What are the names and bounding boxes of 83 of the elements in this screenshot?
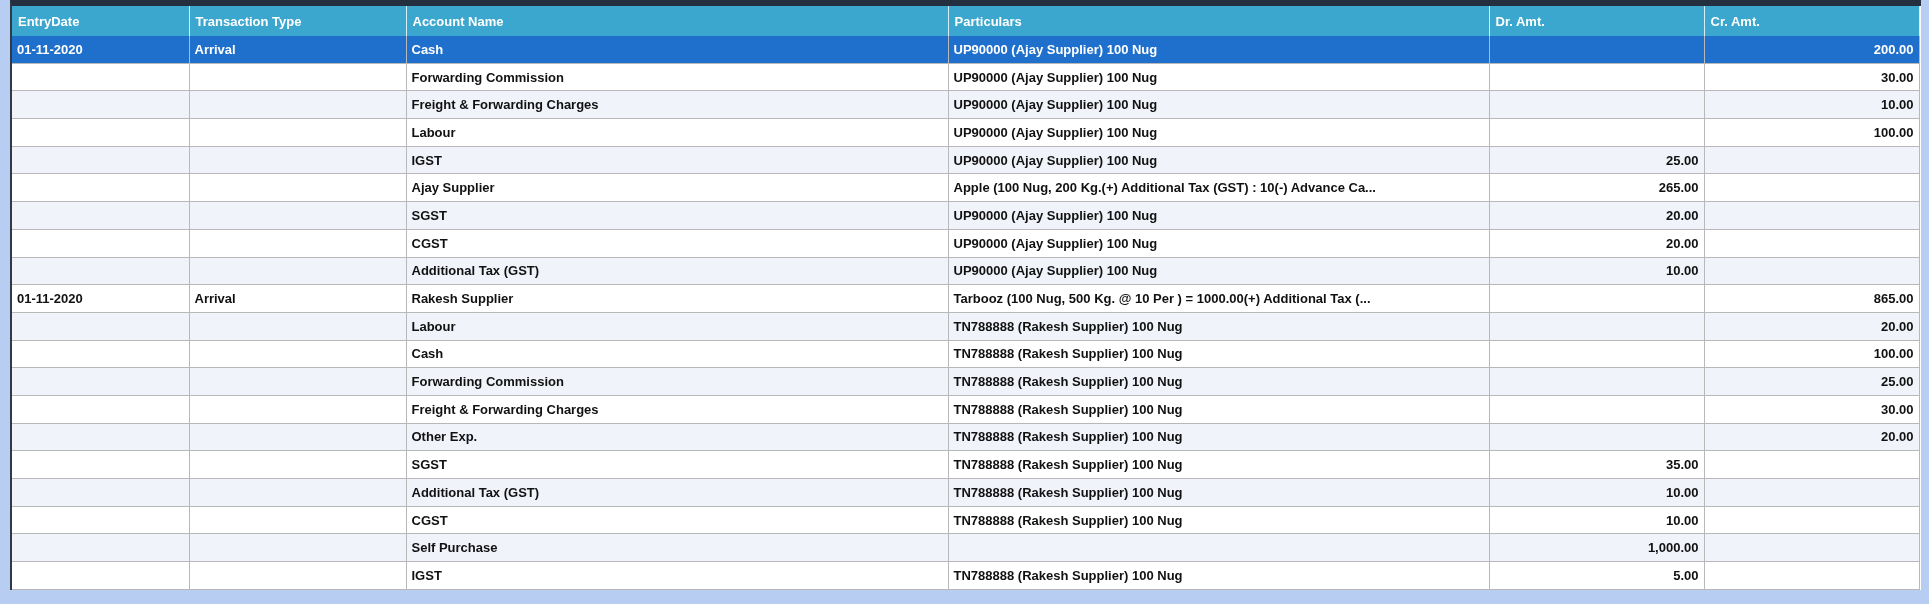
account-name-cell: SGST	[406, 201, 948, 230]
debit-amount-cell: 10.00	[1489, 257, 1704, 285]
ledger-row[interactable]: Additional Tax (GST) TN788888 (Rakesh Supplier) 100 Nug 10.00	[12, 478, 1919, 507]
ledger-row[interactable]: Ajay Supplier Apple (100 Nug, 200 Kg.(+) Additional Tax (GST) : 10(-) Advance Ca... 265.00	[12, 173, 1919, 202]
debit-amount-cell: 265.00	[1489, 173, 1704, 202]
ledger-row[interactable]: IGST TN788888 (Rakesh Supplier) 100 Nug 5.00	[12, 561, 1919, 590]
ledger-row[interactable]: Freight & Forwarding Charges UP90000 (Ajay Supplier) 100 Nug 10.00	[12, 90, 1919, 119]
particulars-cell: Apple (100 Nug, 200 Kg.(+) Additional Tax (GST) : 10(-) Advance Ca...	[948, 173, 1489, 202]
debit-amount-cell: 25.00	[1489, 146, 1704, 174]
account-name-cell: Labour	[406, 118, 948, 147]
particulars-cell: TN788888 (Rakesh Supplier) 100 Nug	[948, 506, 1489, 534]
ledger-row[interactable]: SGST TN788888 (Rakesh Supplier) 100 Nug 35.00	[12, 450, 1919, 479]
ledger-row[interactable]: SGST UP90000 (Ajay Supplier) 100 Nug 20.00	[12, 201, 1919, 230]
credit-amount-cell: 25.00	[1704, 367, 1919, 396]
ledger-row[interactable]: Other Exp. TN788888 (Rakesh Supplier) 100 Nug 20.00	[12, 423, 1919, 451]
particulars-cell: UP90000 (Ajay Supplier) 100 Nug	[948, 146, 1489, 174]
particulars-cell: UP90000 (Ajay Supplier) 100 Nug	[948, 118, 1489, 147]
ledger-row[interactable]: Self Purchase 1,000.00	[12, 533, 1919, 562]
ledger-row[interactable]: Labour TN788888 (Rakesh Supplier) 100 Nug 20.00	[12, 312, 1919, 341]
debit-amount-cell: 35.00	[1489, 450, 1704, 479]
ledger-row[interactable]: Freight & Forwarding Charges TN788888 (Rakesh Supplier) 100 Nug 30.00	[12, 395, 1919, 424]
debit-amount-cell: 10.00	[1489, 478, 1704, 507]
account-name-cell: CGST	[406, 506, 948, 534]
particulars-cell: UP90000 (Ajay Supplier) 100 Nug	[948, 229, 1489, 257]
debit-amount-cell: 1,000.00	[1489, 533, 1704, 562]
particulars-cell: UP90000 (Ajay Supplier) 100 Nug	[948, 63, 1489, 91]
account-name-cell: Cash	[406, 36, 948, 64]
credit-amount-cell: 865.00	[1704, 284, 1919, 313]
transaction-type-cell: Arrival	[189, 36, 406, 64]
account-name-cell: CGST	[406, 229, 948, 257]
credit-amount-cell: 200.00	[1704, 36, 1919, 64]
particulars-cell: TN788888 (Rakesh Supplier) 100 Nug	[948, 312, 1489, 341]
particulars-cell: TN788888 (Rakesh Supplier) 100 Nug	[948, 561, 1489, 590]
credit-amount-cell: 30.00	[1704, 63, 1919, 91]
ledger-row[interactable]: CGST TN788888 (Rakesh Supplier) 100 Nug 10.00	[12, 506, 1919, 534]
credit-amount-cell: 20.00	[1704, 423, 1919, 451]
ledger-row[interactable]: 01-11-2020 Arrival Rakesh Supplier Tarbooz (100 Nug, 500 Kg. @ 10 Per ) = 1000.00(+) Additional Tax (... 865.00	[12, 284, 1919, 313]
ledger-row[interactable]: IGST UP90000 (Ajay Supplier) 100 Nug 25.00	[12, 146, 1919, 174]
credit-amount-cell: 10.00	[1704, 90, 1919, 119]
account-name-cell: Ajay Supplier	[406, 173, 948, 202]
particulars-cell: TN788888 (Rakesh Supplier) 100 Nug	[948, 395, 1489, 424]
ledger-row[interactable]: Forwarding Commission TN788888 (Rakesh Supplier) 100 Nug 25.00	[12, 367, 1919, 396]
particulars-cell: TN788888 (Rakesh Supplier) 100 Nug	[948, 423, 1489, 451]
transaction-type-cell: Arrival	[189, 284, 406, 313]
ledger-row[interactable]: Labour UP90000 (Ajay Supplier) 100 Nug 100.00	[12, 118, 1919, 147]
credit-amount-cell: 20.00	[1704, 312, 1919, 341]
account-name-cell: Forwarding Commission	[406, 367, 948, 396]
account-name-cell: Rakesh Supplier	[406, 284, 948, 313]
particulars-cell: TN788888 (Rakesh Supplier) 100 Nug	[948, 367, 1489, 396]
account-name-cell: SGST	[406, 450, 948, 479]
particulars-cell: TN788888 (Rakesh Supplier) 100 Nug	[948, 450, 1489, 479]
account-name-cell: Labour	[406, 312, 948, 341]
debit-amount-cell: 10.00	[1489, 506, 1704, 534]
ledger-row[interactable]: 01-11-2020 Arrival Cash UP90000 (Ajay Supplier) 100 Nug 200.00	[12, 36, 1919, 64]
debit-amount-cell: 5.00	[1489, 561, 1704, 590]
ledger-row[interactable]: CGST UP90000 (Ajay Supplier) 100 Nug 20.00	[12, 229, 1919, 257]
debit-amount-cell: 20.00	[1489, 201, 1704, 230]
particulars-cell: TN788888 (Rakesh Supplier) 100 Nug	[948, 340, 1489, 368]
particulars-cell: UP90000 (Ajay Supplier) 100 Nug	[948, 90, 1489, 119]
ledger-row[interactable]: Cash TN788888 (Rakesh Supplier) 100 Nug 100.00	[12, 340, 1919, 368]
particulars-cell: UP90000 (Ajay Supplier) 100 Nug	[948, 36, 1489, 64]
account-name-cell: Additional Tax (GST)	[406, 257, 948, 285]
entry-date-cell: 01-11-2020	[12, 284, 189, 313]
account-name-cell: IGST	[406, 146, 948, 174]
account-name-cell: Forwarding Commission	[406, 63, 948, 91]
account-name-cell: Freight & Forwarding Charges	[406, 395, 948, 424]
credit-amount-cell: 100.00	[1704, 340, 1919, 368]
particulars-cell: UP90000 (Ajay Supplier) 100 Nug	[948, 257, 1489, 285]
particulars-cell: TN788888 (Rakesh Supplier) 100 Nug	[948, 478, 1489, 507]
account-name-cell: Freight & Forwarding Charges	[406, 90, 948, 119]
ledger-row[interactable]: Forwarding Commission UP90000 (Ajay Supplier) 100 Nug 30.00	[12, 63, 1919, 91]
account-name-cell: IGST	[406, 561, 948, 590]
particulars-cell: UP90000 (Ajay Supplier) 100 Nug	[948, 201, 1489, 230]
particulars-cell: Tarbooz (100 Nug, 500 Kg. @ 10 Per ) = 1000.00(+) Additional Tax (...	[948, 284, 1489, 313]
account-name-cell: Self Purchase	[406, 533, 948, 562]
account-name-cell: Additional Tax (GST)	[406, 478, 948, 507]
account-name-cell: Cash	[406, 340, 948, 368]
credit-amount-cell: 30.00	[1704, 395, 1919, 424]
credit-amount-cell: 100.00	[1704, 118, 1919, 147]
account-name-cell: Other Exp.	[406, 423, 948, 451]
ledger-row[interactable]: Additional Tax (GST) UP90000 (Ajay Supplier) 100 Nug 10.00	[12, 257, 1919, 285]
debit-amount-cell: 20.00	[1489, 229, 1704, 257]
entry-date-cell: 01-11-2020	[12, 36, 189, 64]
